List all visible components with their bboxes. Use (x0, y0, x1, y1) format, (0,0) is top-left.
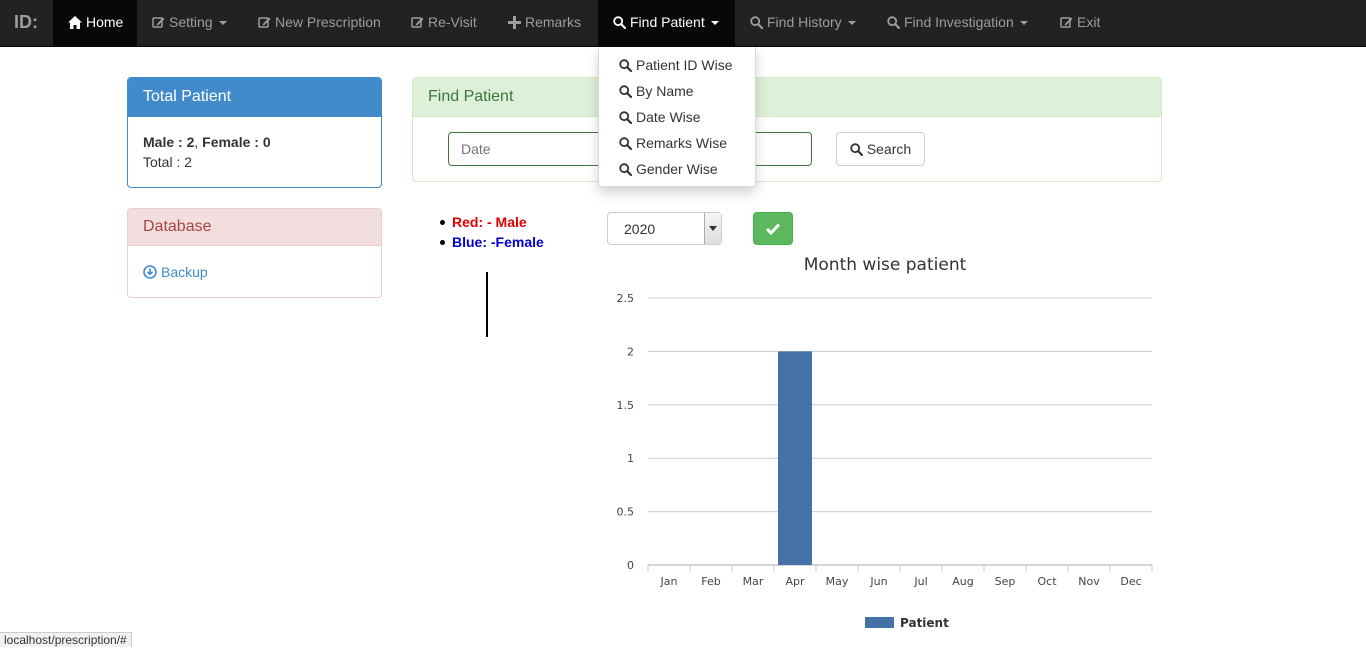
menu-item-remarks-wise[interactable]: Remarks Wise (619, 133, 727, 153)
search-icon (887, 16, 900, 29)
male-count: Male : 2 (143, 134, 195, 150)
x-tick-label: Jul (913, 575, 927, 588)
nav-remarks[interactable]: Remarks (493, 0, 596, 47)
cursor-line (486, 272, 488, 337)
female-count: Female : 0 (202, 134, 271, 150)
year-select-value: 2020 (624, 221, 656, 237)
search-icon (619, 137, 632, 150)
top-navbar: ID: Home Setting New Prescription Re-Vis… (0, 0, 1366, 47)
nav-find-history-label: Find History (767, 14, 842, 30)
nav-find-history[interactable]: Find History (735, 0, 871, 47)
y-tick-label: 1 (627, 452, 634, 465)
nav-setting[interactable]: Setting (137, 0, 242, 47)
legend-series-label: Patient (900, 616, 949, 630)
x-tick-label: Mar (743, 575, 764, 588)
check-icon (766, 223, 780, 235)
search-icon (619, 111, 632, 124)
menu-item-label: Remarks Wise (636, 135, 728, 151)
nav-find-investigation-label: Find Investigation (904, 14, 1014, 30)
nav-find-patient-label: Find Patient (630, 14, 705, 30)
x-tick-label: Aug (952, 575, 973, 588)
gender-legend: Red: - Male Blue: -Female (440, 213, 544, 253)
panel-title: Find Patient (413, 78, 1161, 117)
nav-exit[interactable]: Exit (1045, 0, 1115, 47)
find-patient-dropdown: Patient ID Wise By Name Date Wise Remark… (598, 47, 756, 187)
backup-link[interactable]: Backup (143, 264, 208, 280)
y-tick-label: 1.5 (617, 399, 635, 412)
nav-home-label: Home (86, 14, 124, 30)
y-tick-label: 2 (627, 345, 634, 358)
nav-home[interactable]: Home (53, 0, 137, 47)
edit-icon (258, 17, 271, 28)
menu-item-label: Gender Wise (636, 161, 718, 177)
menu-item-label: Date Wise (636, 109, 701, 125)
nav-exit-label: Exit (1077, 14, 1101, 30)
nav-setting-label: Setting (169, 14, 213, 30)
plus-icon (508, 16, 521, 29)
search-button[interactable]: Search (836, 132, 925, 166)
gender-counts: Male : 2, Female : 0 (143, 134, 271, 150)
nav-find-investigation[interactable]: Find Investigation (872, 0, 1043, 47)
chevron-down-icon[interactable] (704, 213, 721, 244)
y-tick-label: 0.5 (617, 506, 635, 519)
x-tick-label: Jan (660, 575, 678, 588)
nav-revisit-label: Re-Visit (428, 14, 477, 30)
nav-remarks-label: Remarks (525, 14, 582, 30)
search-icon (619, 59, 632, 72)
total-count: Total : 2 (143, 154, 193, 170)
edit-icon (411, 17, 424, 28)
x-tick-label: Nov (1078, 575, 1100, 588)
nav-find-patient[interactable]: Find Patient (598, 0, 735, 47)
menu-item-by-name[interactable]: By Name (619, 81, 694, 101)
x-tick-label: May (826, 575, 849, 588)
chevron-down-icon (847, 21, 856, 26)
search-icon (850, 143, 863, 156)
x-tick-label: Sep (995, 575, 1016, 588)
y-tick-label: 0 (627, 559, 634, 572)
y-tick-label: 2.5 (617, 292, 635, 305)
panel-title: Database (128, 209, 381, 246)
search-icon (619, 85, 632, 98)
legend-female: Blue: -Female (440, 233, 544, 253)
bar-apr (778, 351, 812, 565)
legend-male: Red: - Male (440, 213, 544, 233)
backup-label: Backup (161, 264, 208, 280)
panel-title: Total Patient (128, 78, 381, 117)
menu-item-label: By Name (636, 83, 694, 99)
legend-swatch (865, 617, 894, 628)
chevron-down-icon (218, 21, 227, 26)
chevron-down-icon (710, 21, 719, 26)
x-tick-label: Feb (701, 575, 720, 588)
chevron-down-icon (1019, 21, 1028, 26)
brand: ID: (14, 12, 38, 32)
month-wise-chart: Month wise patient 0 0.5 1 1.5 2 2.5 Jan Feb Ma… (617, 255, 1153, 630)
menu-item-patient-id-wise[interactable]: Patient ID Wise (619, 55, 732, 75)
nav-new-prescription-label: New Prescription (275, 14, 381, 30)
find-patient-panel: Find Patient (412, 77, 1162, 182)
apply-year-button[interactable] (753, 212, 793, 245)
download-circle-icon (143, 265, 157, 279)
home-icon (68, 16, 82, 29)
status-bar-url: localhost/prescription/# (0, 632, 132, 647)
search-icon (613, 16, 626, 29)
total-patient-panel: Total Patient Male : 2, Female : 0 Total… (127, 77, 382, 188)
search-icon (619, 163, 632, 176)
year-select[interactable]: 2020 (607, 212, 722, 245)
nav-new-prescription[interactable]: New Prescription (243, 0, 396, 47)
chart-title: Month wise patient (804, 255, 967, 275)
x-tick-label: Oct (1037, 575, 1057, 588)
search-label: Search (866, 141, 912, 157)
search-icon (750, 16, 763, 29)
edit-icon (152, 17, 165, 28)
count-separator: , (194, 134, 199, 150)
menu-item-gender-wise[interactable]: Gender Wise (619, 159, 718, 179)
menu-item-label: Patient ID Wise (636, 57, 733, 73)
x-tick-label: Dec (1120, 575, 1141, 588)
edit-icon (1060, 17, 1073, 28)
database-panel: Database Backup (127, 208, 382, 298)
x-tick-label: Jun (869, 575, 887, 588)
menu-item-date-wise[interactable]: Date Wise (619, 107, 701, 127)
x-tick-label: Apr (785, 575, 805, 588)
nav-revisit[interactable]: Re-Visit (396, 0, 492, 47)
